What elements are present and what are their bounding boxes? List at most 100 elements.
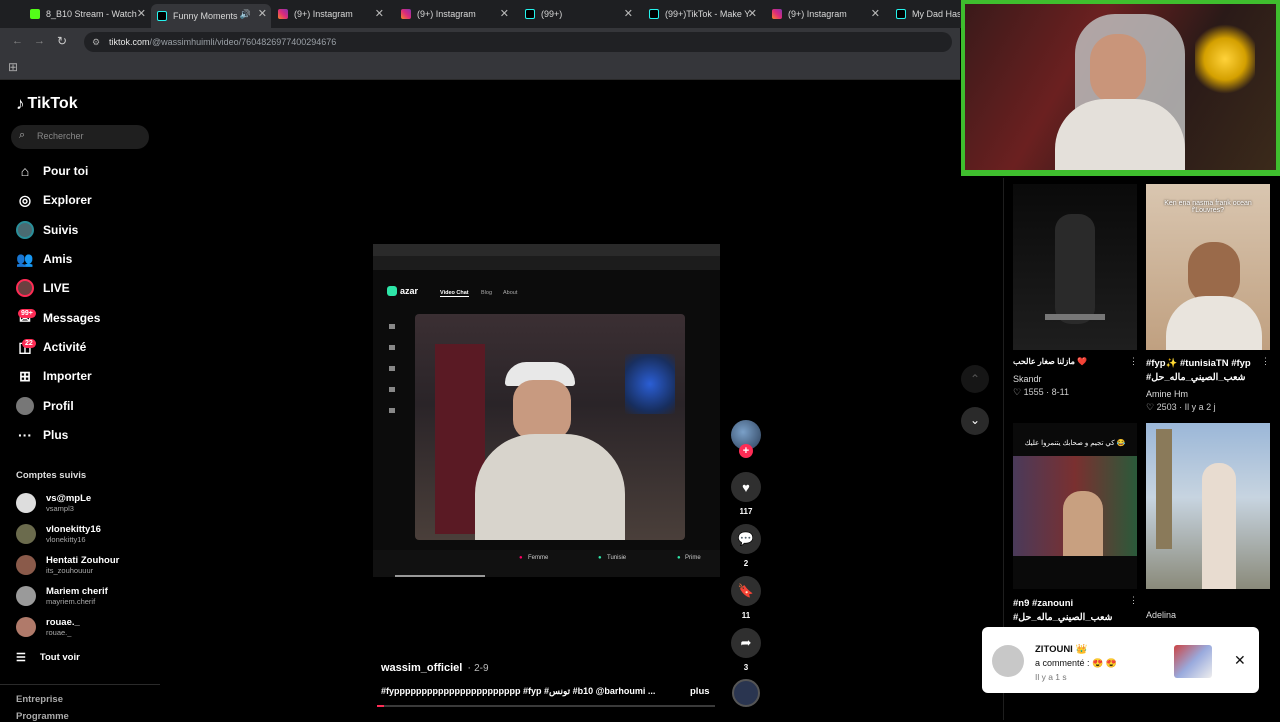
save-button[interactable]: 🔖	[731, 576, 761, 606]
search-placeholder: Rechercher	[37, 131, 84, 141]
following-item[interactable]: rouae._ rouae._	[16, 615, 80, 639]
close-icon[interactable]: ✕	[1234, 652, 1246, 669]
logo-text: TikTok	[27, 95, 78, 112]
nav-suivis[interactable]: Suivis	[16, 219, 78, 241]
feed-age: 8-11	[1051, 387, 1069, 397]
close-icon[interactable]: ✕	[748, 7, 757, 20]
streamer-face	[1090, 34, 1146, 104]
live-icon	[16, 279, 34, 297]
feed-thumbnail[interactable]	[1146, 423, 1270, 589]
nav-plus[interactable]: ··· Plus	[16, 424, 68, 446]
thumbnail-overlay-text: كي تجيم و صحابك يتنمروا عليك 😂	[1024, 440, 1126, 447]
nav-explorer[interactable]: ◎ Explorer	[16, 189, 92, 211]
avatar	[16, 617, 36, 637]
activity-badge: 22	[22, 339, 36, 348]
feed-author[interactable]: Amine Hm	[1146, 389, 1188, 399]
next-video-button[interactable]: ⌄	[961, 407, 989, 435]
like-button[interactable]: ♥	[731, 472, 761, 502]
browser-tab[interactable]: (99+)TikTok - Make Y ✕	[649, 4, 761, 24]
tab-title: My Dad Has a	[912, 9, 960, 19]
browser-tab[interactable]: My Dad Has a	[896, 4, 960, 24]
following-handle: its_zouhouuur	[46, 566, 94, 575]
close-icon[interactable]: ✕	[624, 7, 633, 20]
hoodie	[475, 434, 625, 540]
like-count: 117	[739, 507, 753, 516]
search-input[interactable]: ⌕ Rechercher	[11, 125, 149, 149]
following-item[interactable]: vs@mpLe vsampl3	[16, 491, 91, 515]
comment-button[interactable]: 💬	[731, 524, 761, 554]
see-all-label: Tout voir	[39, 652, 80, 663]
follow-plus-icon[interactable]: +	[739, 444, 753, 458]
following-handle: mayriem.cherif	[46, 597, 96, 606]
feed-thumbnail[interactable]: Ken ena nasma frank ocean f'Louvres?	[1146, 184, 1270, 350]
more-options-icon[interactable]: ⋮	[1261, 356, 1270, 367]
tab-title: (99+)	[541, 9, 563, 19]
nav-live[interactable]: LIVE	[16, 277, 70, 299]
reload-icon[interactable]: ↻	[57, 34, 67, 48]
forward-icon[interactable]: →	[34, 35, 45, 47]
nav-pour-toi[interactable]: ⌂ Pour toi	[16, 160, 89, 182]
feed-thumbnail[interactable]: كي تجيم و صحابك يتنمروا عليك 😂	[1013, 423, 1137, 589]
close-icon[interactable]: ✕	[375, 7, 384, 20]
nav-importer[interactable]: ⊞ Importer	[16, 365, 92, 387]
site-info-icon[interactable]: ⚙	[92, 32, 100, 52]
browser-tab[interactable]: (99+) ✕	[525, 4, 637, 24]
heart-icon: ♥	[742, 479, 750, 495]
streamer-shirt	[1055, 99, 1185, 170]
footer-link[interactable]: Programme	[16, 711, 69, 722]
previous-video-button[interactable]: ⌃	[961, 365, 989, 393]
feed-caption[interactable]: مازلنا صغار عالحب ❤️	[1013, 357, 1123, 366]
instagram-icon	[401, 9, 411, 19]
apps-grid-icon[interactable]: ⊞	[8, 60, 18, 74]
url-host: tiktok.com	[109, 37, 150, 47]
nav-label: Profil	[43, 399, 74, 413]
nav-amis[interactable]: 👥 Amis	[16, 248, 72, 270]
more-options-icon[interactable]: ⋮	[1129, 595, 1138, 606]
browser-tab[interactable]: (9+) Instagram ✕	[278, 4, 388, 24]
compass-icon: ◎	[18, 191, 32, 208]
thumbnail-shirt	[1166, 296, 1262, 350]
close-icon[interactable]: ✕	[258, 7, 267, 20]
browser-tab[interactable]: 8_B10 Stream - Watch ✕	[30, 4, 150, 24]
following-item[interactable]: Mariem cherif mayriem.cherif	[16, 584, 108, 608]
following-item[interactable]: vlonekitty16 vlonekitty16	[16, 522, 101, 546]
nav-label: Importer	[43, 369, 92, 383]
see-all-link[interactable]: ☰ Tout voir	[16, 651, 80, 664]
tiktok-icon	[649, 9, 659, 19]
back-icon[interactable]: ←	[12, 35, 23, 47]
music-disc-icon[interactable]	[732, 679, 760, 707]
caption-more-link[interactable]: plus	[690, 686, 710, 697]
microphone	[1045, 314, 1105, 320]
video-author-line[interactable]: wassim_officiel · 2-9	[381, 662, 489, 674]
nav-label: Explorer	[43, 193, 92, 207]
heart-outline-icon: ♡	[1146, 402, 1157, 412]
video-player[interactable]: azar Video Chat Blog About ● Femme ● Tun…	[373, 244, 720, 577]
following-item[interactable]: Hentati Zouhour its_zouhouuur	[16, 553, 119, 577]
share-button[interactable]: ➦	[731, 628, 761, 658]
nav-profil[interactable]: Profil	[16, 395, 74, 417]
feed-caption[interactable]: #n9 #zanouni #شعب_الصيني_ماله_حل😂...	[1013, 597, 1125, 625]
notification-time: Il y a 1 s	[1035, 672, 1067, 682]
feed-thumbnail[interactable]	[1013, 184, 1137, 350]
video-progress-track[interactable]	[377, 705, 715, 707]
browser-tab[interactable]: (9+) Instagram ✕	[772, 4, 884, 24]
close-icon[interactable]: ✕	[871, 7, 880, 20]
close-icon[interactable]: ✕	[137, 7, 146, 20]
speaker-icon[interactable]: 🔊	[240, 9, 251, 20]
comment-notification[interactable]: ZITOUNI 👑 a commenté : 😍 😍 Il y a 1 s ✕	[982, 627, 1259, 693]
feed-author[interactable]: Adelina	[1146, 610, 1176, 620]
upload-icon: ⊞	[19, 367, 31, 384]
friends-icon: 👥	[16, 250, 34, 267]
inner-filter: Prime	[685, 555, 701, 561]
feed-caption[interactable]: #fyp✨ #tunisiaTN #fyp #شعب_الصيني_ماله_ح…	[1146, 357, 1258, 385]
tiktok-icon: ♪	[16, 94, 25, 113]
tiktok-logo[interactable]: ♪ TikTok	[16, 94, 78, 114]
more-options-icon[interactable]: ⋮	[1129, 356, 1138, 367]
more-icon: ···	[18, 427, 32, 443]
close-icon[interactable]: ✕	[500, 7, 509, 20]
footer-link[interactable]: Entreprise	[16, 694, 63, 705]
browser-tab-active[interactable]: Funny Moments 🔊 ✕	[151, 4, 271, 28]
url-field[interactable]: ⚙ tiktok.com/@wassimhuimli/video/7604826…	[84, 32, 952, 52]
browser-tab[interactable]: (9+) Instagram ✕	[401, 4, 513, 24]
feed-author[interactable]: Skandr	[1013, 374, 1042, 384]
